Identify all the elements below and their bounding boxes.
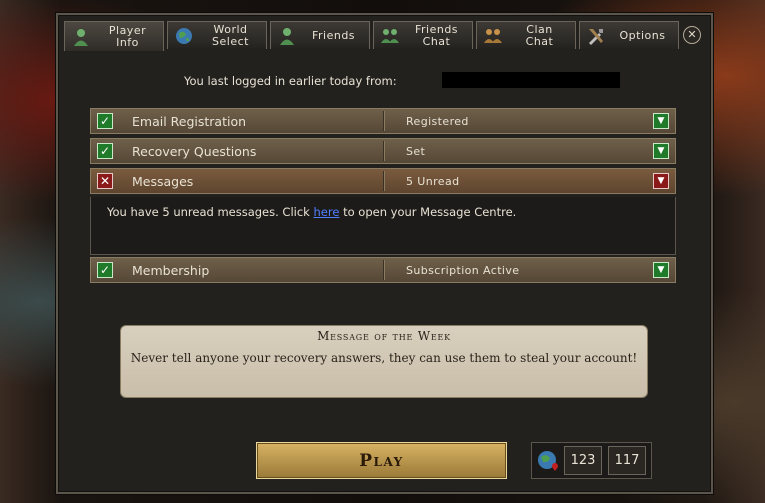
- message-centre-link[interactable]: here: [314, 205, 340, 219]
- divider: [383, 141, 385, 161]
- close-icon: ✕: [687, 28, 697, 41]
- tab-clan-chat[interactable]: Clan Chat: [476, 21, 576, 49]
- clan-icon: [482, 25, 504, 47]
- tab-options[interactable]: Options: [579, 21, 679, 49]
- motw-text: Never tell anyone your recovery answers,…: [130, 351, 638, 365]
- email-registration-row[interactable]: ✓ Email Registration Registered ▼: [90, 108, 676, 134]
- friends-chat-icon: [379, 25, 401, 47]
- divider: [383, 260, 385, 280]
- expand-arrow-icon[interactable]: ▼: [653, 262, 669, 278]
- messages-detail-panel: You have 5 unread messages. Click here t…: [90, 197, 676, 255]
- tab-friends[interactable]: Friends: [270, 21, 370, 49]
- checkmark-icon: ✓: [97, 113, 113, 129]
- checkmark-icon: ✓: [97, 262, 113, 278]
- tab-player-info[interactable]: Player Info: [64, 21, 164, 51]
- expand-arrow-icon[interactable]: ▼: [653, 143, 669, 159]
- recovery-questions-row[interactable]: ✓ Recovery Questions Set ▼: [90, 138, 676, 164]
- player-icon: [70, 26, 92, 48]
- close-button[interactable]: ✕: [683, 26, 701, 44]
- membership-row[interactable]: ✓ Membership Subscription Active ▼: [90, 257, 676, 283]
- motw-title: Message of the Week: [317, 329, 451, 343]
- divider: [383, 171, 385, 191]
- tools-icon: [585, 25, 607, 47]
- divider: [383, 111, 385, 131]
- message-of-the-week: Message of the Week Never tell anyone yo…: [120, 325, 648, 398]
- player-info-window: Player Info World Select Friends Friends…: [56, 13, 713, 494]
- last-login-text: You last logged in earlier today from:: [184, 74, 397, 88]
- other-world-number[interactable]: 117: [608, 446, 646, 475]
- cross-icon: ✕: [97, 173, 113, 189]
- messages-row[interactable]: ✕ Messages 5 Unread ▼: [90, 168, 676, 194]
- collapse-arrow-icon[interactable]: ▼: [653, 173, 669, 189]
- globe-icon: [173, 25, 195, 47]
- expand-arrow-icon[interactable]: ▼: [653, 113, 669, 129]
- checkmark-icon: ✓: [97, 143, 113, 159]
- globe-icon: [536, 449, 560, 473]
- play-button[interactable]: Play: [256, 442, 507, 479]
- friends-icon: [276, 25, 298, 47]
- world-selector[interactable]: 123 117: [531, 442, 652, 479]
- redacted-ip-address: [442, 72, 620, 88]
- tab-bar: Player Info World Select Friends Friends…: [64, 21, 704, 51]
- current-world-number[interactable]: 123: [564, 446, 602, 475]
- tab-world-select[interactable]: World Select: [167, 21, 267, 49]
- tab-friends-chat[interactable]: Friends Chat: [373, 21, 473, 49]
